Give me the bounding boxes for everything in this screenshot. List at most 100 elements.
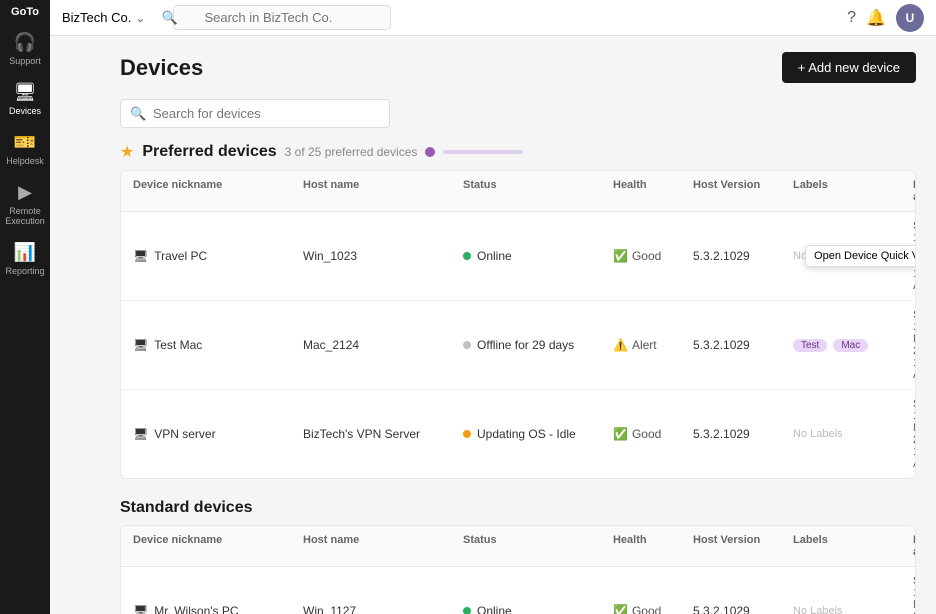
col-version: Host Version [693, 534, 793, 558]
col-accessed: Last accessed [913, 179, 916, 203]
cell-health: ✅ Good [613, 249, 693, 263]
label-mac: Mac [833, 339, 868, 352]
no-labels: No Labels [793, 605, 843, 614]
cell-status: Online [463, 249, 613, 263]
col-nickname: Device nickname [133, 534, 303, 558]
devices-icon: 🖥 [14, 82, 37, 103]
label-test: Test [793, 339, 827, 352]
col-labels: Labels [793, 534, 913, 558]
cell-last-accessed: Sat, 13 Mar 2021 10:58 AM [913, 309, 916, 381]
preferred-progress-bar [443, 150, 523, 154]
table-row: 🖥 Test Mac Mac_2124 Offline for 29 days … [121, 301, 915, 390]
last-accessed-value: Sat, 13 Mar 2021 10:56 AM [913, 398, 916, 470]
preferred-section-header: ★ Preferred devices 3 of 25 preferred de… [120, 142, 916, 162]
status-dot-online [463, 252, 471, 260]
health-icon: ✅ [613, 604, 628, 614]
global-search-input[interactable] [173, 5, 391, 30]
status-dot-updating [463, 430, 471, 438]
cell-labels: No Labels [793, 428, 913, 440]
health-check-icon: ✅ [613, 249, 628, 263]
table-row: 🖥 VPN server BizTech's VPN Server Updati… [121, 390, 915, 478]
cell-status: Updating OS - Idle [463, 427, 613, 441]
col-status: Status [463, 534, 613, 558]
device-nickname: VPN server [154, 427, 215, 441]
standard-section-title: Standard devices [120, 499, 253, 517]
remote-icon: ▶ [18, 182, 32, 203]
device-pc-icon: 🖥 [133, 338, 148, 352]
sidebar-logo: GoTo [0, 0, 50, 24]
status-dot-offline [463, 341, 471, 349]
col-accessed: Last accessed [913, 534, 916, 558]
sidebar-label-remote: Remote Execution [4, 206, 46, 226]
logo-text: GoTo [11, 6, 39, 18]
notification-button[interactable]: 🔔 [866, 8, 886, 28]
sidebar-label-support: Support [9, 56, 41, 66]
topbar-right: ? 🔔 U [847, 4, 924, 32]
sidebar-item-remote[interactable]: ▶ Remote Execution [0, 174, 50, 234]
device-search-wrapper: 🔍 [120, 99, 916, 128]
page-header: Devices + Add new device [120, 52, 916, 83]
sidebar-label-helpdesk: Helpdesk [6, 156, 44, 166]
health-value: Good [632, 604, 661, 614]
version-value: 5.3.2.1029 [693, 604, 750, 614]
cell-hostname: Mac_2124 [303, 338, 463, 352]
device-nickname: Travel PC [154, 249, 207, 263]
main-content: Devices + Add new device 🔍 ★ Preferred d… [100, 36, 936, 614]
sidebar-item-helpdesk[interactable]: 🎫 Helpdesk [0, 124, 50, 174]
health-check-icon: ✅ [613, 427, 628, 441]
version-value: 5.3.2.1029 [693, 249, 750, 263]
preferred-star-icon: ★ [120, 142, 134, 162]
last-accessed-value: Sat, 13 Mar 2021 10:58 AM [913, 309, 916, 381]
cell-hostname: Win_1127 [303, 604, 463, 614]
col-labels: Labels [793, 179, 913, 203]
global-search-wrapper: 🔍 [153, 5, 391, 30]
tenant-selector[interactable]: BizTech Co. ⌄ [62, 10, 145, 25]
cell-health: ⚠️ Alert [613, 338, 693, 352]
status-value: Online [477, 249, 512, 263]
cell-status: Offline for 29 days [463, 338, 613, 352]
standard-devices-table: Device nickname Host name Status Health … [120, 525, 916, 614]
health-value: Alert [632, 338, 657, 352]
tenant-name: BizTech Co. [62, 10, 131, 25]
cell-nickname: 🖥 VPN server [133, 427, 303, 441]
no-labels-value: No Labels [793, 428, 843, 440]
cell-last-accessed: Sat, 13 Mar 2021 10:58 AM [913, 575, 916, 614]
col-version: Host Version [693, 179, 793, 203]
health-value: Good [632, 249, 661, 263]
add-device-button[interactable]: + Add new device [782, 52, 916, 83]
cell-nickname: 🖥 Travel PC [133, 249, 303, 263]
device-search-input[interactable] [120, 99, 390, 128]
global-search-bar [173, 5, 391, 30]
col-hostname: Host name [303, 179, 463, 203]
helpdesk-icon: 🎫 [14, 132, 36, 153]
device-nickname: Mr. Wilson's PC [154, 604, 238, 614]
preferred-table-header: Device nickname Host name Status Health … [121, 171, 915, 212]
sidebar-item-devices[interactable]: 🖥 Devices [0, 74, 50, 124]
tenant-chevron-icon: ⌄ [135, 11, 145, 25]
preferred-section-dot [425, 147, 435, 157]
sidebar-item-support[interactable]: 🎧 Support [0, 24, 50, 74]
cell-health: ✅ Good [613, 427, 693, 441]
cell-last-accessed: Sat, 13 Mar 2021 10:56 AM [913, 398, 916, 470]
last-accessed-value: Sat, 13 Mar 2021 10:58 AM [913, 575, 916, 614]
sidebar-label-devices: Devices [9, 106, 41, 116]
topbar: BizTech Co. ⌄ 🔍 ? 🔔 U [50, 0, 936, 36]
avatar[interactable]: U [896, 4, 924, 32]
sidebar-label-reporting: Reporting [5, 266, 44, 276]
alert-icon: ⚠️ [613, 338, 628, 352]
help-button[interactable]: ? [847, 9, 856, 27]
hostname-value: BizTech's VPN Server [303, 427, 420, 441]
sidebar-item-reporting[interactable]: 📊 Reporting [0, 234, 50, 284]
hostname-value: Mac_2124 [303, 338, 359, 352]
cell-status: Online [463, 604, 613, 614]
cell-version: 5.3.2.1029 [693, 338, 793, 352]
device-nickname: Test Mac [154, 338, 202, 352]
device-pc-icon: 🖥 [133, 249, 148, 263]
device-pc-icon: 🖥 [133, 427, 148, 441]
status-dot [463, 607, 471, 614]
cell-version: 5.3.2.1029 [693, 427, 793, 441]
cell-nickname: 🖥 Test Mac [133, 338, 303, 352]
cell-version: 5.3.2.1029 [693, 249, 793, 263]
cell-hostname: BizTech's VPN Server [303, 427, 463, 441]
col-health: Health [613, 179, 693, 203]
